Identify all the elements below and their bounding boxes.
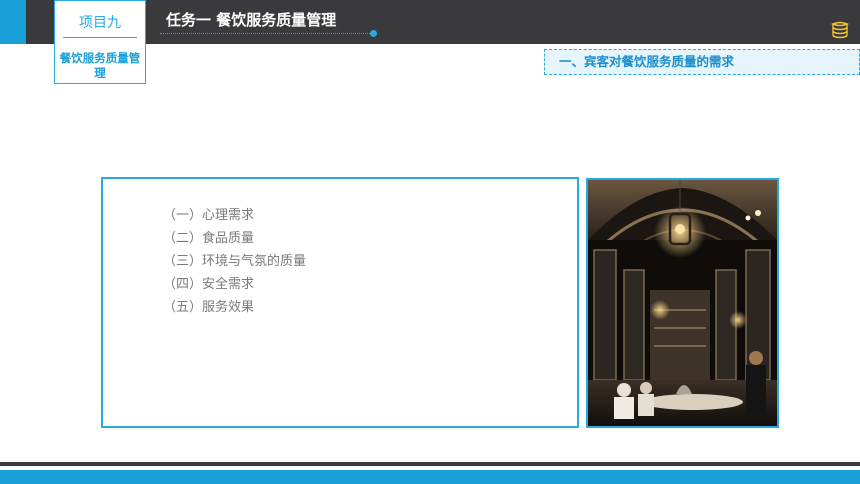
project-badge: 项目九 餐饮服务质量管理 (54, 0, 146, 84)
list-item: （四）安全需求 (163, 277, 255, 292)
title-underline-dot (370, 30, 377, 37)
content-panel: （一）心理需求 （二）食品质量 （三）环境与气氛的质量 （四）安全需求 （五）服… (101, 177, 579, 428)
header-accent-tab (0, 0, 26, 44)
list-item: （二）食品质量 (163, 231, 255, 246)
list-item: （三）环境与气氛的质量 (163, 254, 307, 269)
requirement-list: （一）心理需求 （二）食品质量 （三）环境与气氛的质量 （四）安全需求 （五）服… (163, 204, 306, 319)
list-item: （五）服务效果 (163, 300, 255, 315)
project-label: 项目九 (79, 15, 121, 31)
section-heading: 一、宾客对餐饮服务质量的需求 (544, 49, 860, 75)
project-subtitle: 餐饮服务质量管理 (59, 51, 141, 80)
restaurant-photo (586, 178, 779, 428)
footer-blue-strip (0, 470, 860, 484)
task-title: 任务一 餐饮服务质量管理 (166, 11, 337, 29)
book-stack-icon (830, 21, 850, 39)
title-dotted-underline (160, 33, 372, 34)
list-item: （一）心理需求 (163, 208, 255, 223)
project-label-underline (63, 37, 137, 38)
restaurant-interior-illustration (588, 180, 777, 426)
